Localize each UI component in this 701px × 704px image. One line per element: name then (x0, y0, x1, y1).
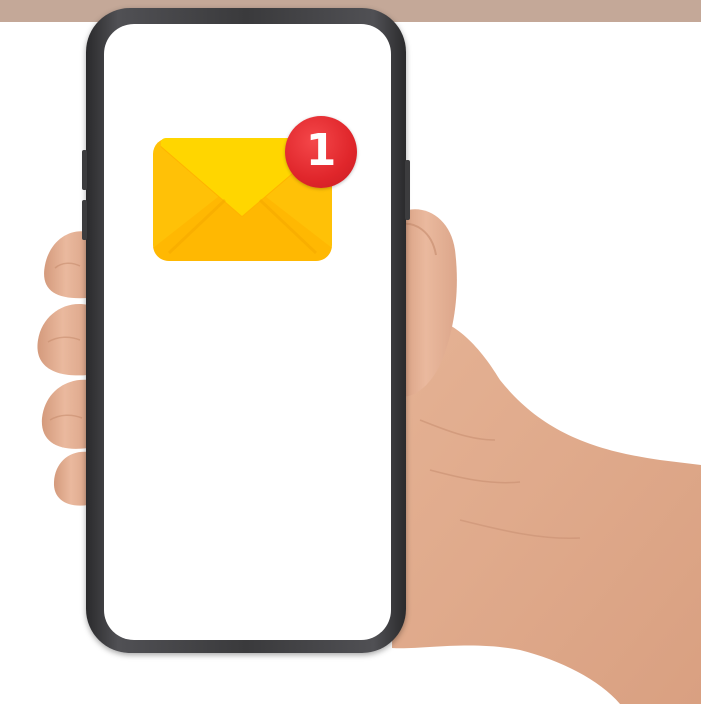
palm-shape (392, 318, 701, 704)
photo-scene: 1 (0, 0, 701, 704)
notification-badge: 1 (285, 116, 357, 188)
badge-count: 1 (305, 125, 337, 176)
volume-button (82, 150, 87, 190)
finger-3 (41, 379, 88, 449)
power-button (405, 160, 410, 220)
finger-4 (53, 451, 88, 506)
finger-1 (44, 231, 88, 299)
phone-screen (104, 24, 391, 640)
finger-2 (37, 304, 88, 376)
volume-button (82, 200, 87, 240)
